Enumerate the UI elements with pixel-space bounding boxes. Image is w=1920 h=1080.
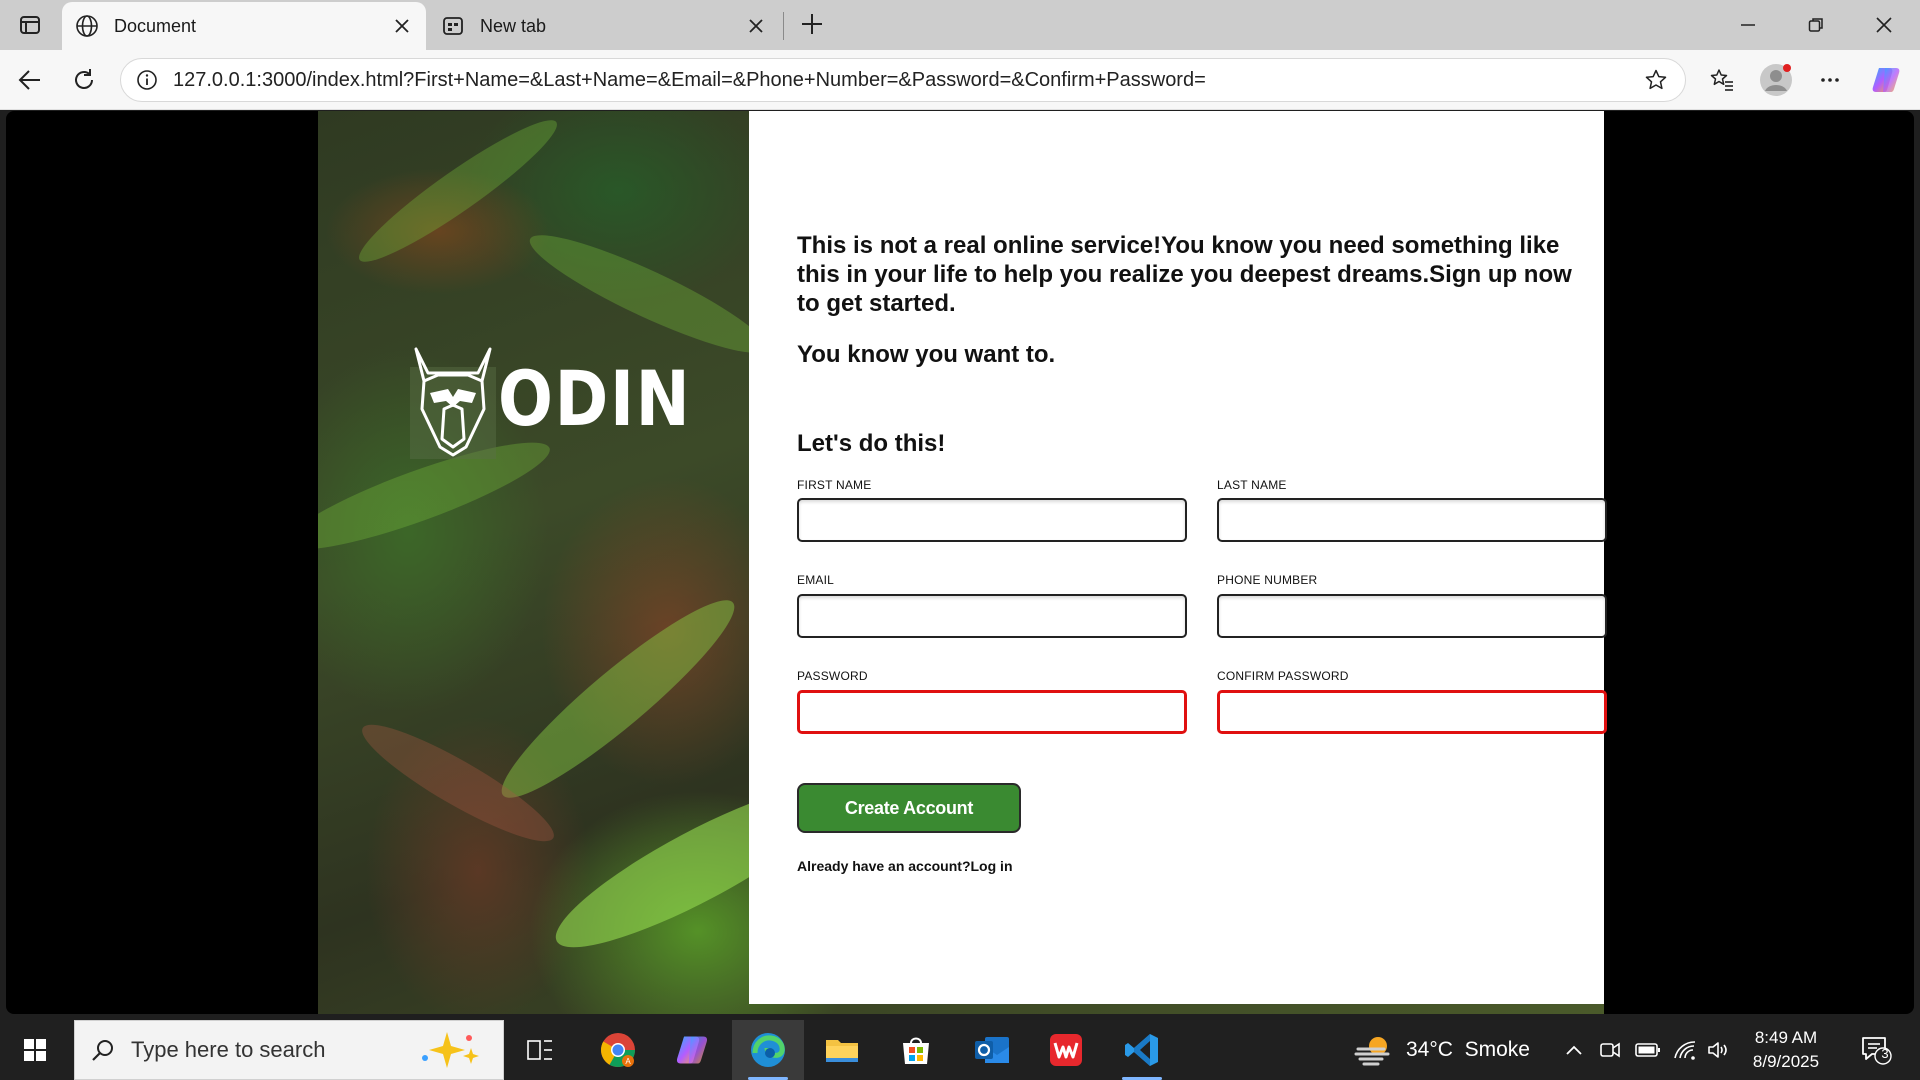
- clock-time: 8:49 AM: [1754, 1028, 1818, 1047]
- back-button[interactable]: [12, 62, 48, 98]
- weather-text: 34°C Smoke: [1406, 1038, 1530, 1061]
- address-url: 127.0.0.1:3000/index.html?First+Name=&La…: [173, 68, 1206, 91]
- more-options-icon[interactable]: [1812, 62, 1848, 98]
- search-icon: [92, 1040, 113, 1061]
- address-bar[interactable]: 127.0.0.1:3000/index.html?First+Name=&La…: [120, 58, 1686, 102]
- intro-tagline: You know you want to.: [797, 341, 1056, 368]
- site-info-icon[interactable]: [135, 68, 159, 92]
- create-account-button[interactable]: Create Account: [797, 783, 1021, 833]
- refresh-button[interactable]: [66, 62, 102, 98]
- browser-toolbar: 127.0.0.1:3000/index.html?First+Name=&La…: [0, 50, 1920, 110]
- intro-text: This is not a real online service!You kn…: [797, 232, 1572, 317]
- windows-taskbar: Type here to search A 34°C Smoke 8:49 AM…: [0, 1020, 1920, 1080]
- fern-leaf: [485, 581, 751, 817]
- search-placeholder: Type here to search: [131, 1037, 326, 1062]
- file-explorer-icon[interactable]: [818, 1020, 866, 1080]
- edge-icon[interactable]: [732, 1020, 804, 1080]
- tab-separator: [783, 12, 784, 40]
- svg-text:A: A: [625, 1057, 631, 1066]
- copilot-app-icon[interactable]: [668, 1020, 716, 1080]
- first-name-input[interactable]: [797, 498, 1187, 542]
- confirm-password-input[interactable]: [1217, 690, 1607, 734]
- show-hidden-icons-chevron[interactable]: [1560, 1020, 1588, 1080]
- windows-logo-icon: [24, 1039, 46, 1061]
- password-label: PASSWORD: [797, 669, 868, 683]
- phone-number-label: PHONE NUMBER: [1217, 573, 1318, 587]
- first-name-label: FIRST NAME: [797, 478, 872, 492]
- last-name-label: LAST NAME: [1217, 478, 1287, 492]
- email-label: EMAIL: [797, 573, 835, 587]
- chrome-icon[interactable]: A: [594, 1020, 642, 1080]
- signup-panel: This is not a real online service!You kn…: [749, 111, 1607, 1004]
- favorites-icon[interactable]: [1704, 62, 1740, 98]
- tab-title: New tab: [480, 15, 547, 36]
- vscode-icon[interactable]: [1116, 1020, 1168, 1080]
- outlook-icon[interactable]: [968, 1020, 1016, 1080]
- notification-count-badge: 3: [1881, 1046, 1889, 1061]
- profile-avatar-icon[interactable]: [1758, 62, 1794, 98]
- form-title: Let's do this!: [797, 430, 946, 457]
- confirm-password-label: CONFIRM PASSWORD: [1217, 669, 1349, 683]
- globe-icon: [74, 13, 100, 39]
- page-viewport: ODIN This is not a real online service!Y…: [6, 111, 1914, 1014]
- system-clock[interactable]: 8:49 AM 8/9/2025: [1736, 1026, 1836, 1074]
- odin-logo: ODIN: [410, 347, 726, 459]
- favorite-star-icon[interactable]: [1641, 65, 1671, 95]
- taskbar-search[interactable]: Type here to search: [74, 1020, 504, 1080]
- copilot-sparkle-icon: [422, 1032, 479, 1068]
- phone-number-input[interactable]: [1217, 594, 1607, 638]
- email-input[interactable]: [797, 594, 1187, 638]
- login-link[interactable]: Already have an account?Log in: [797, 858, 1013, 874]
- wps-office-icon[interactable]: [1042, 1020, 1090, 1080]
- logo-wordmark: ODIN: [498, 354, 692, 443]
- weather-smoke-icon: [1354, 1037, 1390, 1066]
- minimize-button[interactable]: [1722, 6, 1774, 44]
- clock-date: 8/9/2025: [1752, 1052, 1820, 1071]
- battery-icon[interactable]: [1632, 1020, 1664, 1080]
- notifications-icon[interactable]: 3: [1852, 1020, 1900, 1080]
- browser-tab-strip: Document New tab: [0, 0, 1920, 50]
- tab-title: Document: [114, 15, 197, 36]
- tab-actions-icon[interactable]: [14, 10, 46, 40]
- meet-now-icon[interactable]: [1596, 1020, 1624, 1080]
- tab-document[interactable]: Document: [62, 2, 426, 50]
- last-name-input[interactable]: [1217, 498, 1607, 542]
- close-tab-icon[interactable]: [744, 14, 768, 38]
- new-tab-page-icon: [440, 13, 466, 39]
- close-tab-icon[interactable]: [390, 14, 414, 38]
- close-window-button[interactable]: [1858, 6, 1910, 44]
- viking-helmet-icon: [410, 347, 496, 459]
- task-view-icon[interactable]: [520, 1020, 560, 1080]
- new-tab-button[interactable]: [796, 8, 828, 40]
- microsoft-store-icon[interactable]: [892, 1020, 940, 1080]
- start-button[interactable]: [0, 1020, 70, 1080]
- tab-new-tab[interactable]: New tab: [428, 2, 780, 50]
- password-input[interactable]: [797, 690, 1187, 734]
- volume-icon[interactable]: [1704, 1020, 1734, 1080]
- copilot-icon[interactable]: [1868, 62, 1904, 98]
- restore-button[interactable]: [1790, 6, 1842, 44]
- wifi-icon[interactable]: [1670, 1020, 1700, 1080]
- weather-widget[interactable]: 34°C Smoke: [1354, 1020, 1530, 1080]
